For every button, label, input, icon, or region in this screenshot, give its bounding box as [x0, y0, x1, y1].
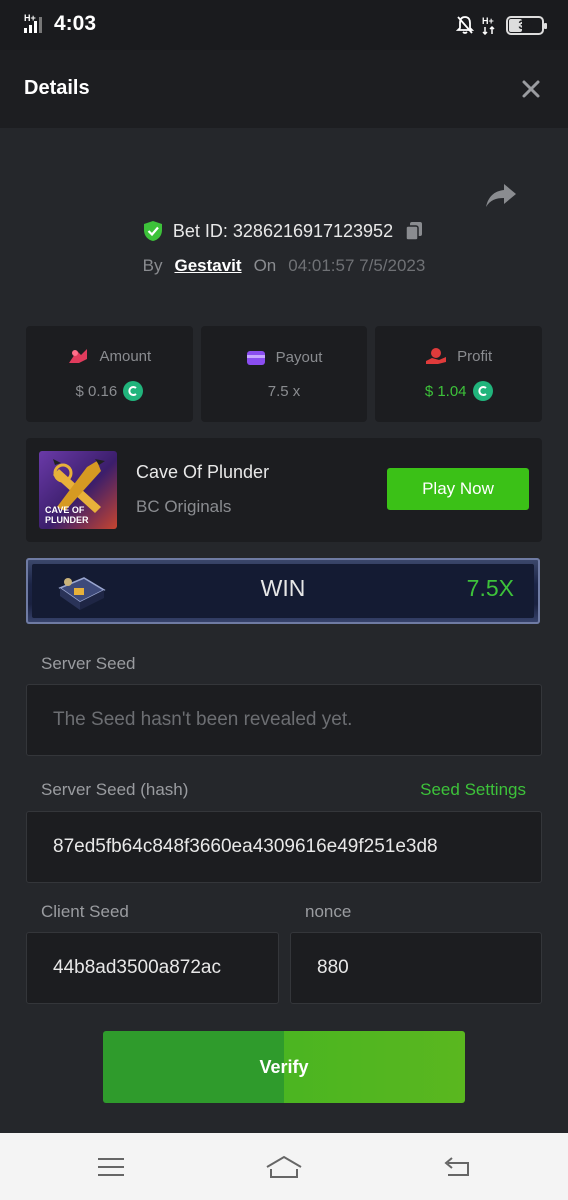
bet-byline: By Gestavit On 04:01:57 7/5/2023 [0, 256, 568, 276]
share-icon[interactable] [484, 180, 518, 210]
server-seed-label: Server Seed [41, 654, 136, 673]
bet-stats: Amount $ 0.16 Payout 7.5 x Profit $ 1.04 [26, 326, 543, 422]
shield-check-icon [143, 221, 162, 241]
system-nav-bar [0, 1133, 568, 1200]
game-card: CAVE OF PLUNDER Cave Of Plunder BC Origi… [26, 438, 542, 542]
play-now-button[interactable]: Play Now [387, 468, 529, 510]
back-icon[interactable] [440, 1153, 474, 1181]
battery-indicator: 39 [506, 15, 547, 35]
svg-text:CAVE OF: CAVE OF [45, 505, 85, 515]
payout-label: Payout [275, 349, 323, 366]
user-link[interactable]: Gestavit [174, 256, 241, 276]
game-thumbnail[interactable]: CAVE OF PLUNDER [39, 451, 117, 529]
svg-text:H+: H+ [482, 16, 494, 26]
copy-icon[interactable] [403, 220, 425, 242]
profit-label: Profit [457, 347, 493, 365]
bet-timestamp: 04:01:57 7/5/2023 [288, 256, 426, 275]
amount-label: Amount [99, 347, 152, 365]
client-seed-label: Client Seed [41, 902, 129, 921]
payout-icon [246, 350, 265, 365]
profit-value: $ 1.04 [424, 382, 467, 400]
verify-button[interactable]: Verify [103, 1031, 465, 1103]
amount-value: $ 0.16 [75, 382, 118, 400]
notifications-off-icon [456, 16, 474, 34]
by-label: By [142, 256, 163, 275]
bet-id: Bet ID: 3286216917123952 [172, 220, 394, 241]
nonce-label: nonce [305, 902, 352, 921]
menu-icon[interactable] [94, 1153, 128, 1181]
page-title: Details [24, 77, 90, 99]
game-name: Cave Of Plunder [136, 462, 270, 482]
home-icon[interactable] [265, 1153, 303, 1181]
nonce-field[interactable]: 880 [290, 932, 542, 1004]
payout-value: 7.5 x [267, 382, 301, 400]
amount-card: Amount $ 0.16 [26, 326, 193, 422]
server-seed-hash-label: Server Seed (hash) [41, 780, 189, 799]
bcd-coin-icon [123, 381, 144, 401]
seed-settings-link[interactable]: Seed Settings [420, 780, 526, 800]
bet-id-row: Bet ID: 3286216917123952 [0, 220, 568, 242]
result-banner: WIN 7.5X [26, 558, 540, 624]
server-seed-field[interactable]: The Seed hasn't been revealed yet. [26, 684, 542, 756]
on-label: On [253, 256, 277, 275]
result-multiplier: 7.5X [466, 575, 514, 601]
profit-icon [426, 348, 447, 364]
client-seed-field[interactable]: 44b8ad3500a872ac [26, 932, 279, 1004]
profit-card: Profit $ 1.04 [375, 326, 543, 422]
result-label: WIN [260, 575, 306, 601]
network-icon: H+ [482, 16, 495, 35]
game-provider: BC Originals [136, 497, 232, 516]
payout-card: Payout 7.5 x [200, 326, 368, 422]
server-seed-hash-field[interactable]: 87ed5fb64c848f3660ea4309616e49f251e3d8 [26, 811, 542, 883]
status-bar: H+ 4:03 H+ 39 [0, 0, 568, 50]
signal-icon: H+ [24, 13, 42, 33]
close-icon[interactable] [516, 74, 546, 104]
details-header: Details [0, 50, 568, 128]
amount-icon [69, 349, 88, 363]
svg-text:PLUNDER: PLUNDER [45, 515, 89, 525]
bcd-coin-icon [472, 381, 493, 401]
clock: 4:03 [54, 12, 97, 35]
